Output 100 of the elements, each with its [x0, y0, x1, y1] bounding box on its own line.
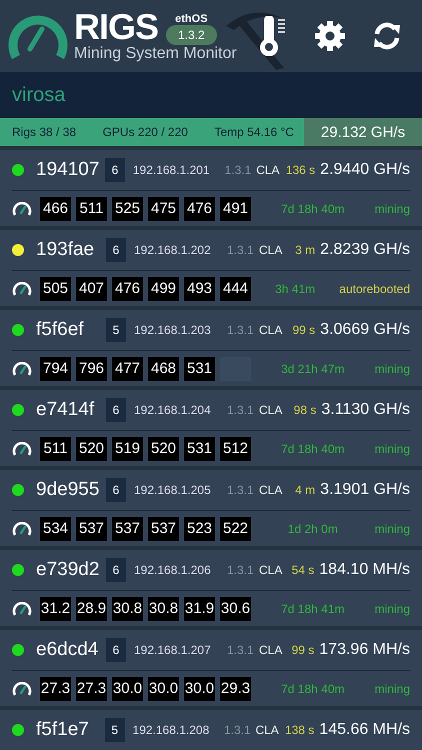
miner-name: CLA	[259, 403, 284, 417]
rig-hashrate: 3.0669 GH/s	[320, 321, 410, 339]
gpu-hashrate: 407	[76, 276, 107, 300]
gpu-hashrate: 30.8	[148, 596, 179, 620]
rig-name[interactable]: f5f1e7	[36, 719, 101, 741]
rig-name[interactable]: 194107	[36, 159, 102, 181]
os-version: 1.3.1	[227, 243, 255, 257]
gpu-count: 6	[106, 398, 126, 422]
gpu-hashrate: 505	[40, 276, 71, 300]
ip-address: 192.168.1.206	[134, 563, 212, 577]
gauge-icon	[12, 520, 32, 536]
total-hashrate: 29.132 GH/s	[304, 118, 422, 146]
gpu-hashrate: 29.3	[220, 676, 251, 700]
rig-status: autorebooted	[339, 282, 410, 296]
ip-address: 192.168.1.204	[134, 403, 212, 417]
gpu-count: 5	[104, 718, 125, 742]
rig-status: mining	[374, 682, 410, 696]
gpu-hashrate: 27.3	[76, 676, 107, 700]
miner-name: CLA	[259, 563, 284, 577]
gauge-icon	[12, 360, 32, 376]
gpu-hashrate: 523	[184, 516, 215, 540]
rig-name[interactable]: 193fae	[36, 239, 102, 261]
rig-name[interactable]: e7414f	[36, 399, 102, 421]
gpu-hashrate: 31.9	[184, 596, 215, 620]
last-seen: 4 m	[295, 483, 316, 497]
last-seen: 54 s	[292, 563, 314, 577]
os-version: 1.3.1	[227, 323, 255, 337]
gpu-hashrate: 511	[40, 436, 71, 460]
gpu-hashrate: 534	[40, 516, 71, 540]
last-seen: 99 s	[292, 323, 316, 337]
rig-status: mining	[374, 362, 410, 376]
ip-address: 192.168.1.207	[134, 643, 212, 657]
gpu-hashrate: 531	[184, 436, 215, 460]
rig-hashrate: 2.9440 GH/s	[320, 161, 410, 179]
gauge-icon	[12, 200, 32, 216]
gpu-hashrate: 493	[184, 276, 215, 300]
rig-status: mining	[374, 602, 410, 616]
gpu-count: 6	[105, 158, 125, 182]
gpu-count: 6	[106, 478, 126, 502]
uptime: 7d 18h 41m	[280, 602, 346, 616]
gpu-hashrate: 476	[112, 276, 143, 300]
ip-address: 192.168.1.202	[134, 243, 212, 257]
miner-name: CLA	[259, 643, 284, 657]
app-title: RIGS	[74, 9, 158, 45]
os-version: 1.3.1	[227, 483, 255, 497]
gpu-hashrate: 30.8	[112, 596, 143, 620]
last-seen: 136 s	[286, 163, 316, 177]
gpu-hashrate: 499	[148, 276, 179, 300]
ip-address: 192.168.1.201	[132, 163, 211, 177]
gpu-hashrate: 30.0	[184, 676, 215, 700]
os-version: 1.3.1	[227, 643, 255, 657]
uptime: 7d 18h 40m	[280, 682, 346, 696]
gpu-hashrate: 520	[148, 436, 179, 460]
gpus-count: GPUs 220 / 220	[102, 125, 188, 139]
rig-status: mining	[374, 522, 410, 536]
gauge-icon	[12, 680, 32, 696]
rig-name[interactable]: e739d2	[36, 559, 102, 581]
uptime: 3h 41m	[274, 282, 316, 296]
gpu-hashrate: 525	[112, 196, 143, 220]
os-label: ethOS	[175, 13, 208, 25]
gpu-hashrate: 511	[76, 196, 107, 220]
gpu-count: 6	[106, 238, 126, 262]
gpu-hashrate: 28.9	[76, 596, 107, 620]
rig-hashrate: 145.66 MH/s	[319, 721, 410, 739]
ip-address: 192.168.1.208	[132, 723, 210, 737]
rig-status: mining	[374, 202, 410, 216]
ip-address: 192.168.1.203	[134, 323, 212, 337]
rig-hashrate: 2.8239 GH/s	[320, 241, 410, 259]
refresh-icon[interactable]	[372, 21, 402, 51]
gpu-hashrate: 444	[220, 276, 251, 300]
gpu-hashrate: 796	[76, 356, 107, 380]
rig-status: mining	[374, 442, 410, 456]
average-temp: Temp 54.16 °C	[214, 125, 294, 139]
last-seen: 98 s	[294, 403, 316, 417]
version-badge: 1.3.2	[166, 25, 217, 45]
gpu-hashrate: 30.0	[148, 676, 179, 700]
rig-name[interactable]: f5f6ef	[36, 319, 102, 341]
gpu-hashrate: 531	[184, 356, 215, 380]
rig-name[interactable]: 9de955	[36, 479, 102, 501]
gpu-hashrate: 537	[112, 516, 143, 540]
gpu-hashrate: 477	[112, 356, 143, 380]
miner-name: CLA	[255, 723, 280, 737]
uptime: 7d 18h 40m	[280, 442, 346, 456]
uptime: 3d 21h 47m	[280, 362, 346, 376]
rig-hashrate: 3.1130 GH/s	[321, 401, 410, 419]
last-seen: 3 m	[295, 243, 316, 257]
uptime: 1d 2h 0m	[286, 522, 339, 536]
os-version: 1.3.1	[224, 723, 252, 737]
settings-icon[interactable]	[314, 20, 346, 52]
farm-name: virosa	[12, 84, 66, 106]
miner-name: CLA	[259, 323, 284, 337]
gpu-count: 6	[106, 638, 126, 662]
uptime: 7d 18h 40m	[280, 202, 346, 216]
last-seen: 138 s	[284, 723, 314, 737]
gpu-hashrate: 476	[184, 196, 215, 220]
gpu-hashrate: 519	[112, 436, 143, 460]
gpu-count: 5	[106, 318, 126, 342]
gpu-hashrate: 491	[220, 196, 251, 220]
rig-name[interactable]: e6dcd4	[36, 639, 102, 661]
gpu-hashrate: 466	[40, 196, 71, 220]
